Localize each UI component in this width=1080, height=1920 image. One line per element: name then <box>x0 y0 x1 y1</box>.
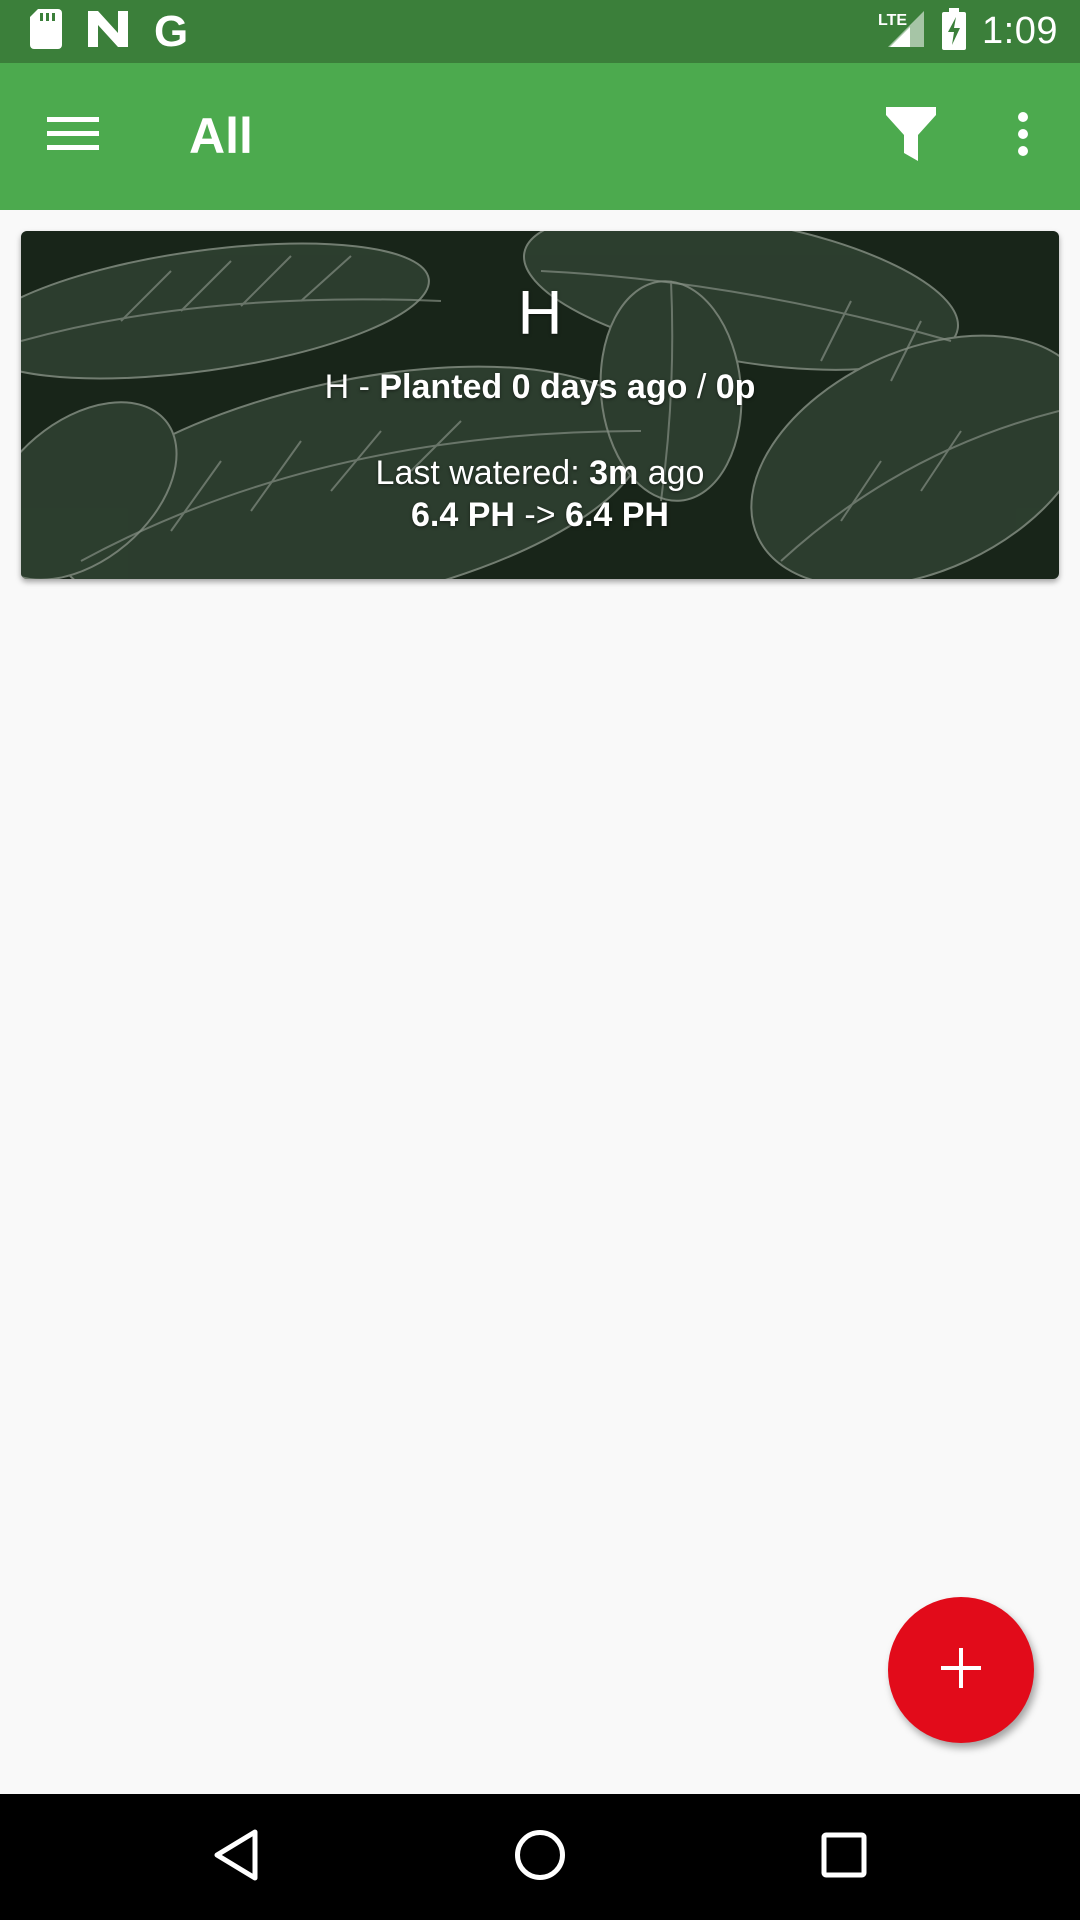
plant-summary: H - Planted 0 days ago / 0p <box>21 367 1059 408</box>
ph-in-value: 6.4 PH <box>411 496 515 534</box>
n-notification-icon <box>88 11 128 52</box>
sd-card-icon <box>30 9 62 54</box>
plant-summary-separator: / <box>687 368 716 406</box>
home-icon <box>514 1829 566 1886</box>
ph-out-value: 6.4 PH <box>565 496 669 534</box>
last-watered-suffix: ago <box>638 454 705 492</box>
navigation-bar <box>0 1794 1080 1920</box>
home-button[interactable] <box>500 1817 580 1897</box>
ph-readings: 6.4 PH -> 6.4 PH <box>21 495 1059 536</box>
recents-icon <box>821 1832 867 1883</box>
battery-charging-icon <box>942 8 967 55</box>
more-options-button[interactable] <box>1000 101 1046 171</box>
filter-button[interactable] <box>876 101 946 171</box>
page-title: All <box>189 108 253 164</box>
add-plant-button[interactable] <box>888 1597 1034 1743</box>
google-icon: G <box>154 6 189 56</box>
more-vert-icon <box>1017 111 1029 161</box>
planted-duration: Planted 0 days ago <box>379 368 688 406</box>
back-button[interactable] <box>196 1817 276 1897</box>
signal-icon: LTE <box>878 9 926 54</box>
plant-name: H <box>517 279 563 348</box>
plant-card-content: H H - Planted 0 days ago / 0p Last water… <box>21 231 1059 579</box>
filter-icon <box>886 106 936 166</box>
last-watered-time: 3m <box>589 454 639 492</box>
ph-arrow: -> <box>514 496 566 534</box>
plant-card[interactable]: H H - Planted 0 days ago / 0p Last water… <box>21 231 1059 579</box>
status-bar: G LTE 1:09 <box>0 0 1080 63</box>
add-icon <box>941 1647 981 1693</box>
menu-icon <box>47 115 99 158</box>
app-toolbar: All <box>0 63 1080 210</box>
plant-summary-prefix: H - <box>324 368 380 406</box>
last-watered-prefix: Last watered: <box>375 454 590 492</box>
network-type-label: LTE <box>878 12 907 29</box>
status-time: 1:09 <box>982 10 1058 52</box>
plant-stage: 0p <box>715 368 756 406</box>
recents-button[interactable] <box>804 1817 884 1897</box>
back-icon <box>213 1829 259 1886</box>
menu-button[interactable] <box>34 103 112 169</box>
last-watered: Last watered: 3m ago <box>21 453 1059 494</box>
